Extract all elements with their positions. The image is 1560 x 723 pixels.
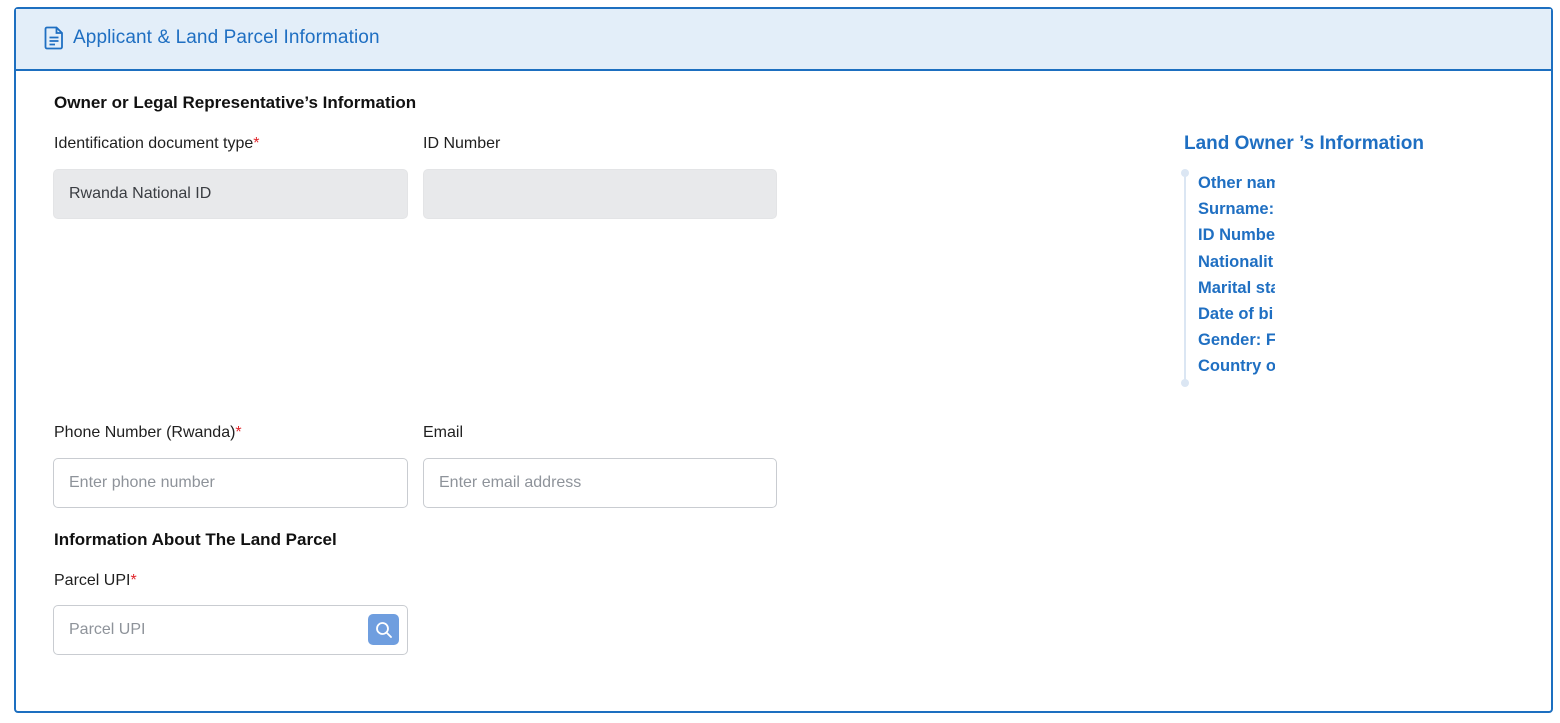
timeline-line <box>1184 173 1186 383</box>
id-number-label: ID Number <box>423 135 501 152</box>
parcel-upi-input[interactable]: Parcel UPI <box>53 605 408 655</box>
owner-section-title: Owner or Legal Representative’s Informat… <box>54 93 417 112</box>
search-icon <box>375 621 392 638</box>
email-label: Email <box>423 424 464 441</box>
land-owner-info-list: Other nam Surname: ID Numbe Nationalit M… <box>1198 172 1275 382</box>
id-type-label: Identification document type* <box>54 135 260 152</box>
timeline-dot-end <box>1181 379 1189 387</box>
panel-title: Applicant & Land Parcel Information <box>73 27 380 48</box>
panel-header: Applicant & Land Parcel Information <box>16 9 1551 71</box>
phone-label: Phone Number (Rwanda)* <box>54 424 242 441</box>
id-type-select[interactable]: Rwanda National ID <box>53 169 408 219</box>
land-owner-info-title: Land Owner ’s Information <box>1184 133 1424 154</box>
parcel-upi-placeholder: Parcel UPI <box>69 621 146 638</box>
required-marker: * <box>253 135 260 152</box>
owner-info-country: Country o <box>1198 357 1275 376</box>
parcel-section-title: Information About The Land Parcel <box>54 530 337 549</box>
phone-input[interactable]: Enter phone number <box>53 458 408 508</box>
owner-info-id-number: ID Numbe <box>1198 226 1275 245</box>
owner-info-surname: Surname: <box>1198 200 1275 219</box>
parcel-upi-label: Parcel UPI* <box>54 572 137 589</box>
required-marker: * <box>235 424 242 441</box>
parcel-search-button[interactable] <box>368 614 399 645</box>
timeline-dot-start <box>1181 169 1189 177</box>
id-number-field[interactable] <box>423 169 777 219</box>
email-input[interactable]: Enter email address <box>423 458 777 508</box>
document-icon <box>44 26 63 50</box>
owner-info-nationality: Nationalit <box>1198 252 1274 271</box>
owner-info-other-names: Other nam <box>1198 174 1275 192</box>
required-marker: * <box>130 572 137 589</box>
owner-info-marital-status: Marital sta <box>1198 278 1275 297</box>
owner-info-gender: Gender: F <box>1198 331 1275 350</box>
owner-info-date-of-birth: Date of bi <box>1198 304 1274 323</box>
